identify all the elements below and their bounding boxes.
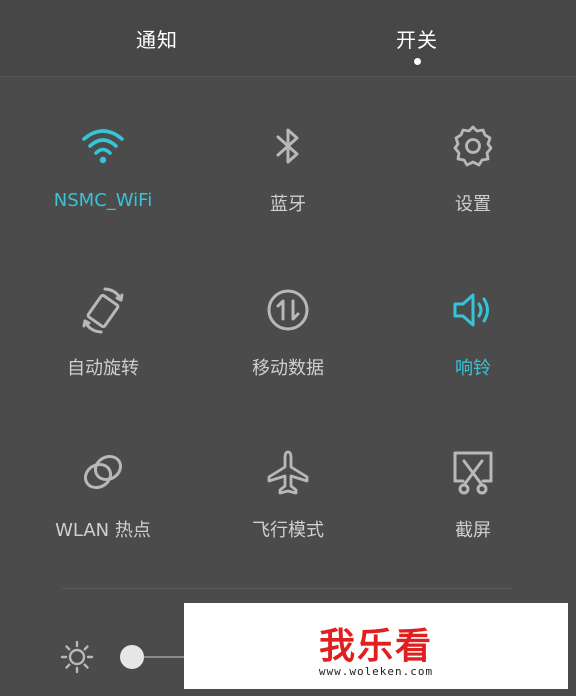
tile-label: 截屏 <box>455 520 491 541</box>
speaker-icon <box>453 293 489 327</box>
tile-settings[interactable]: 设置 <box>378 122 568 262</box>
bluetooth-icon <box>276 128 299 164</box>
tile-label: NSMC_WiFi <box>53 190 153 211</box>
divider <box>62 588 512 589</box>
tile-bluetooth[interactable]: 蓝牙 <box>193 122 383 262</box>
tile-label: 自动旋转 <box>67 358 139 379</box>
tile-label: 移动数据 <box>252 358 324 379</box>
tile-hotspot[interactable]: WLAN 热点 <box>8 448 198 588</box>
tile-mobile-data[interactable]: 移动数据 <box>193 286 383 426</box>
tile-auto-rotate[interactable]: 自动旋转 <box>8 286 198 426</box>
watermark-url: www.woleken.com <box>318 665 434 678</box>
tile-label: 飞行模式 <box>252 520 324 541</box>
tile-label: 响铃 <box>455 358 491 379</box>
tile-label: 设置 <box>455 194 491 215</box>
tab-switches[interactable]: 开关 <box>337 24 497 53</box>
watermark-brand: 我乐看 <box>318 625 433 667</box>
tile-label: 蓝牙 <box>270 194 306 215</box>
watermark-logo: 我乐看 www.woleken.com <box>184 603 568 689</box>
tile-airplane-mode[interactable]: 飞行模式 <box>193 448 383 588</box>
brightness-slider-thumb[interactable] <box>120 645 144 669</box>
tile-label: WLAN 热点 <box>55 520 151 541</box>
screenshot-icon <box>453 451 493 495</box>
active-tab-indicator <box>414 58 421 65</box>
tile-ringer[interactable]: 响铃 <box>378 286 568 426</box>
brightness-icon <box>60 640 94 674</box>
gear-icon <box>453 125 493 167</box>
tab-notifications[interactable]: 通知 <box>77 24 237 53</box>
hotspot-icon <box>83 454 123 490</box>
mobile-data-icon <box>267 289 309 331</box>
tab-bar: 通知 开关 <box>0 0 576 77</box>
tile-wifi[interactable]: NSMC_WiFi <box>8 122 198 262</box>
auto-rotate-icon <box>82 287 124 334</box>
tile-screenshot[interactable]: 截屏 <box>378 448 568 588</box>
wifi-icon <box>82 129 124 164</box>
airplane-icon <box>267 450 309 495</box>
